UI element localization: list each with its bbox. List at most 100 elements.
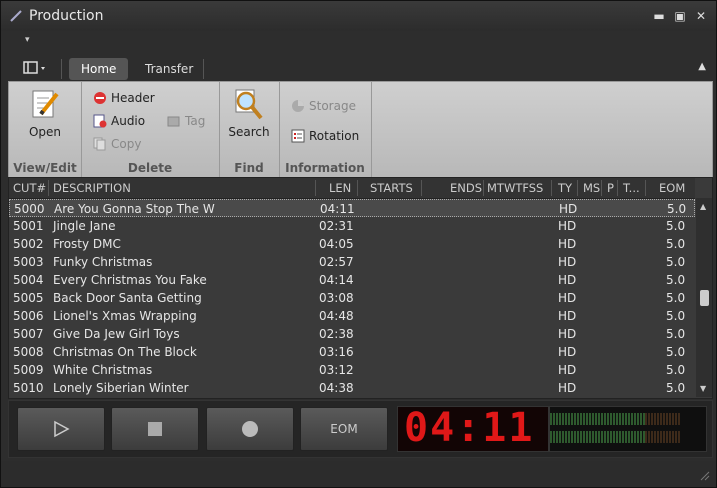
close-button[interactable]: ✕ [694,10,708,22]
play-icon [54,420,70,438]
cell-type: HD [558,309,577,323]
stop-icon [148,422,162,436]
col-p[interactable]: P [607,181,614,195]
col-type[interactable]: TY [558,181,572,195]
group-information: Storage Rotation Information [279,82,372,177]
tag-button[interactable]: Tag [167,114,205,128]
column-divider [48,180,49,196]
column-divider [551,180,552,196]
column-divider [617,180,618,196]
record-button[interactable] [206,407,294,451]
pen-icon [10,10,22,22]
cell-description: White Christmas [53,363,153,377]
rotation-button[interactable]: Rotation [291,129,359,143]
storage-label: Storage [309,99,356,113]
table-row[interactable]: 5005 Back Door Santa Getting 03:08 HD 5.… [9,289,695,307]
cell-cut: 5003 [13,255,44,269]
cell-type: HD [559,202,578,216]
col-cut[interactable]: CUT# [13,181,46,195]
play-button[interactable] [17,407,105,451]
cell-type: HD [558,291,577,305]
minimize-button[interactable]: ▬ [652,10,666,22]
cell-cut: 5009 [13,363,44,377]
cell-eom: 5.0 [666,327,686,341]
table-row[interactable]: 5009 White Christmas 03:12 HD 5.0 [9,361,695,379]
copy-button[interactable]: Copy [93,137,141,151]
cell-len: 02:31 [319,219,354,233]
copy-icon [93,137,106,151]
storage-button[interactable]: Storage [291,99,356,113]
cell-eom: 5.0 [666,345,686,359]
cell-description: Lonely Siberian Winter [53,381,189,395]
maximize-button[interactable]: ▣ [673,10,687,22]
table-row[interactable]: 5010 Lonely Siberian Winter 04:38 HD 5.0 [9,379,695,397]
copy-label: Copy [111,137,142,151]
table-row[interactable]: 5007 Give Da Jew Girl Toys 02:38 HD 5.0 [9,325,695,343]
app-menu-button[interactable] [23,61,49,75]
vertical-scrollbar[interactable]: ▲ ▼ [696,198,712,397]
group-view-edit: Open View/Edit [9,82,82,177]
tab-separator [203,59,204,79]
search-button[interactable]: Search [227,88,271,139]
col-days[interactable]: MTWTFSS [487,181,543,195]
cell-type: HD [558,381,577,395]
group-label-delete: Delete [127,161,173,175]
cell-description: Jingle Jane [53,219,116,233]
group-find: Search Find [219,82,280,177]
column-divider [577,180,578,196]
title-bar: Production ▬ ▣ ✕ [1,1,716,31]
cuts-table: CUT# DESCRIPTION LEN STARTS ENDS MTWTFSS… [8,177,713,399]
cell-len: 04:38 [319,381,354,395]
cell-type: HD [558,363,577,377]
group-label-find: Find [234,161,264,175]
table-row[interactable]: 5002 Frosty DMC 04:05 HD 5.0 [9,235,695,253]
rotation-list-icon [291,129,305,143]
meter-bar-right [550,431,645,443]
table-row[interactable]: 5003 Funky Christmas 02:57 HD 5.0 [9,253,695,271]
header-button[interactable]: Header [93,91,155,105]
table-header: CUT# DESCRIPTION LEN STARTS ENDS MTWTFSS… [9,178,695,199]
cell-type: HD [558,219,577,233]
audio-label: Audio [111,114,146,128]
resize-grip-icon[interactable] [700,471,710,481]
open-label: Open [28,125,62,139]
storage-pie-icon [292,100,304,112]
meter-bar-left [550,413,645,425]
col-len[interactable]: LEN [329,181,351,195]
ribbon-collapse-button[interactable]: ▲ [698,61,706,72]
cell-type: HD [558,273,577,287]
col-ms[interactable]: MS [583,181,600,195]
cell-description: Frosty DMC [53,237,121,251]
meter-bar-left-peak [645,413,680,425]
column-divider [357,180,358,196]
col-description[interactable]: DESCRIPTION [53,181,131,195]
table-row[interactable]: 5008 Christmas On The Block 03:16 HD 5.0 [9,343,695,361]
col-ends[interactable]: ENDS [450,181,482,195]
table-row[interactable]: 5004 Every Christmas You Fake 04:14 HD 5… [9,271,695,289]
open-button[interactable]: Open [23,88,67,139]
stop-button[interactable] [111,407,199,451]
cell-eom: 5.0 [666,237,686,251]
group-delete: Header Audio Tag Copy Delete [81,82,220,177]
scroll-down-arrow[interactable]: ▼ [700,384,706,393]
tab-transfer[interactable]: Transfer [133,58,205,80]
col-eom[interactable]: EOM [659,181,685,195]
col-starts[interactable]: STARTS [370,181,413,195]
cell-cut: 5008 [13,345,44,359]
cell-len: 03:16 [319,345,354,359]
cell-eom: 5.0 [666,363,686,377]
group-label-information: Information [285,161,365,175]
cell-cut: 5007 [13,327,44,341]
audio-button[interactable]: Audio [93,114,145,128]
table-row[interactable]: 5001 Jingle Jane 02:31 HD 5.0 [9,217,695,235]
cell-cut: 5005 [13,291,44,305]
tab-home[interactable]: Home [69,58,129,80]
quick-access-dropdown[interactable]: ▾ [25,35,30,45]
eom-button[interactable]: EOM [300,407,388,451]
scroll-thumb[interactable] [700,290,709,306]
col-t[interactable]: T... [623,181,640,195]
table-row[interactable]: 5000 Are You Gonna Stop The W 04:11 HD 5… [9,199,695,217]
scroll-up-arrow[interactable]: ▲ [700,202,706,211]
cell-type: HD [558,345,577,359]
table-row[interactable]: 5006 Lionel's Xmas Wrapping 04:48 HD 5.0 [9,307,695,325]
